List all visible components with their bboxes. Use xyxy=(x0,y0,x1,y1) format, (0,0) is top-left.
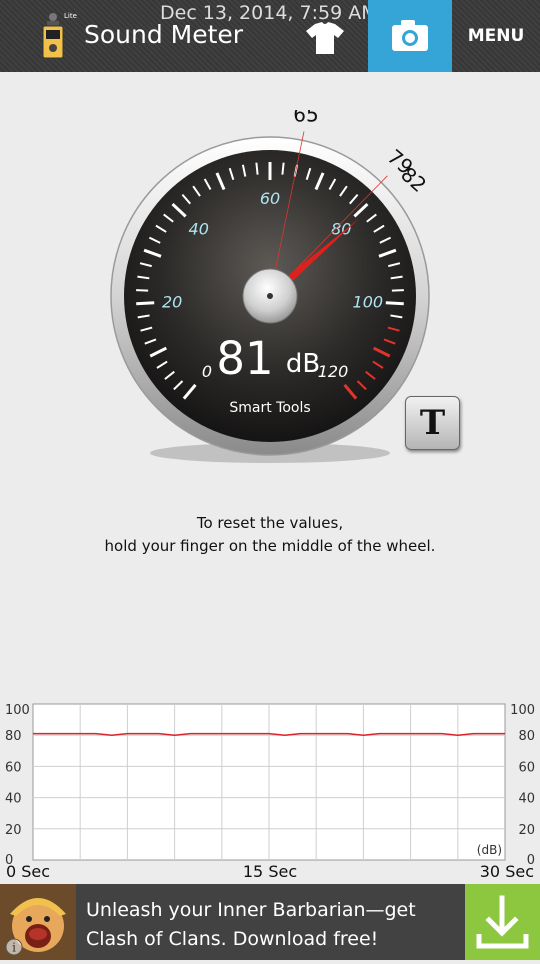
graph-x-label: 15 Sec xyxy=(243,862,297,881)
reading-unit: dB xyxy=(286,349,320,379)
graph-x-label: 0 Sec xyxy=(6,862,50,881)
gauge-scale-label: 120 xyxy=(318,362,349,381)
gauge-tick xyxy=(136,289,149,292)
gauge-tick xyxy=(281,162,285,175)
ad-banner[interactable]: i Unleash your Inner Barbarian—get Clash… xyxy=(0,884,540,960)
sound-gauge[interactable]: 020406080100120 65 79 82 81 dB Smart Too… xyxy=(100,110,440,480)
info-icon[interactable]: i xyxy=(5,938,23,956)
gauge-hub-pin xyxy=(267,293,273,299)
gauge-scale-label: 0 xyxy=(202,362,212,381)
brand-label: Smart Tools xyxy=(229,400,310,416)
gauge-scale-label: 20 xyxy=(162,293,182,312)
gauge-tick xyxy=(136,301,155,306)
camera-icon xyxy=(392,20,428,51)
reading-value: 81 xyxy=(216,332,273,385)
graph-y-tick-right: 80 xyxy=(518,729,535,744)
graph-y-tick-right: 40 xyxy=(518,792,535,807)
gauge-scale-label: 100 xyxy=(353,293,384,312)
graph-y-tick-left: 20 xyxy=(5,823,22,838)
graph-y-tick-left: 100 xyxy=(5,703,30,718)
graph-y-tick-right: 60 xyxy=(518,760,535,775)
ad-text[interactable]: Unleash your Inner Barbarian—get Clash o… xyxy=(86,896,456,954)
tshirt-icon[interactable] xyxy=(300,14,350,60)
graph-unit-label: (dB) xyxy=(477,843,502,857)
app-title: Sound Meter xyxy=(84,20,244,49)
gauge-tick xyxy=(255,162,259,175)
reset-instruction-line1: To reset the values, xyxy=(196,514,344,532)
sound-meter-app-icon xyxy=(42,13,64,59)
download-button[interactable] xyxy=(465,884,540,960)
text-mode-button[interactable]: T xyxy=(405,396,460,450)
gauge-scale-label: 40 xyxy=(189,220,209,239)
top-bar: Lite Dec 13, 2014, 7:59 AM Sound Meter M… xyxy=(0,0,540,72)
graph-y-tick-left: 60 xyxy=(5,760,22,775)
history-graph: 100 100 80 80 60 60 40 40 20 20 0 0 (dB) 0 Sec 15 Sec 3… xyxy=(0,700,540,884)
graph-y-tick-right: 100 xyxy=(510,703,535,718)
gauge-tick xyxy=(385,301,404,306)
gauge-tick xyxy=(391,289,404,292)
menu-button[interactable]: MENU xyxy=(452,0,540,72)
graph-y-tick-right: 20 xyxy=(518,823,535,838)
reset-instruction-line2: hold your finger on the middle of the wh… xyxy=(104,537,436,555)
graph-y-tick-left: 40 xyxy=(5,792,22,807)
graph-y-tick-left: 80 xyxy=(5,729,22,744)
gauge-scale-label: 60 xyxy=(260,189,280,208)
camera-button[interactable] xyxy=(368,0,452,72)
min-marker-label: 65 xyxy=(293,110,318,127)
svg-text:i: i xyxy=(12,941,16,955)
download-icon xyxy=(476,895,529,949)
lite-badge: Lite xyxy=(64,12,77,20)
graph-x-label: 30 Sec xyxy=(480,862,534,881)
